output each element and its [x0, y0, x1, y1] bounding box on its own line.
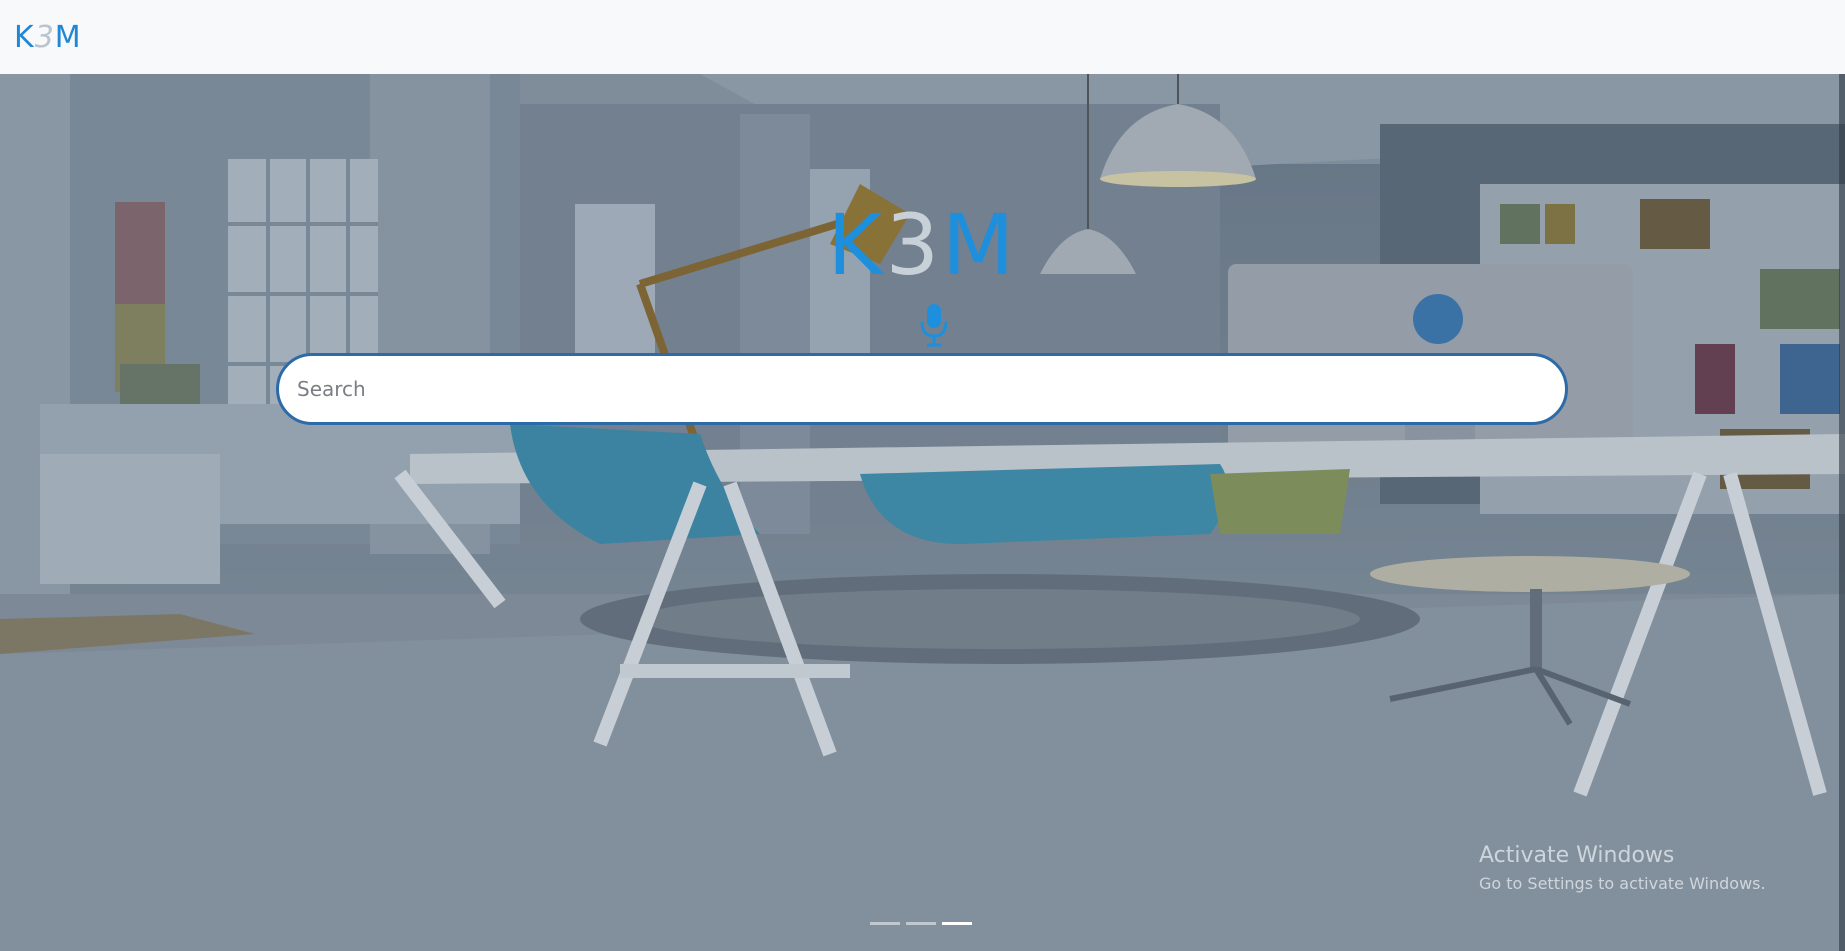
watermark-subtitle: Go to Settings to activate Windows.	[1479, 874, 1766, 893]
logo-letter-k: K	[14, 20, 35, 55]
carousel-indicator-3[interactable]	[942, 922, 972, 925]
hero-logo: K3M	[0, 195, 1845, 295]
search-bar	[276, 353, 1568, 425]
watermark-title: Activate Windows	[1479, 843, 1675, 868]
search-input[interactable]	[276, 353, 1568, 425]
hero-logo-letter-3: 3	[885, 196, 943, 294]
carousel-indicator-2[interactable]	[906, 922, 936, 925]
navbar: K3M	[0, 0, 1845, 74]
logo-letter-3: 3	[34, 20, 55, 55]
carousel-indicator-1[interactable]	[870, 922, 900, 925]
page: K3M K3M Search Activate Windows Go to Se…	[0, 0, 1845, 951]
hero-logo-letter-k: K	[827, 196, 886, 294]
hero-logo-letter-m: M	[942, 196, 1018, 294]
logo-letter-m: M	[54, 20, 82, 55]
navbar-logo[interactable]: K3M	[14, 20, 82, 56]
microphone-icon[interactable]	[917, 302, 951, 348]
carousel-indicators	[870, 922, 972, 925]
windows-activation-watermark: Activate Windows Go to Settings to activ…	[1479, 842, 1766, 896]
